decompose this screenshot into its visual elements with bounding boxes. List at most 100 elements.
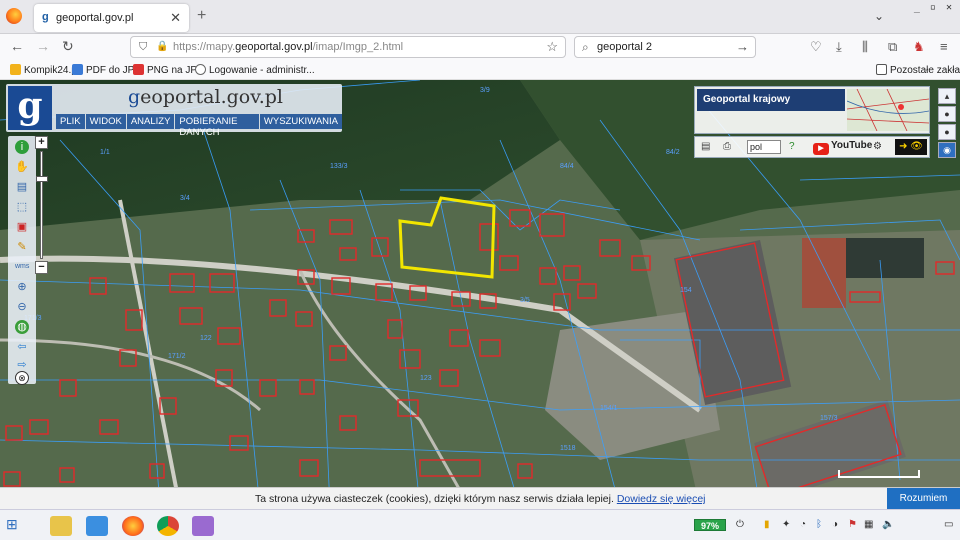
tray-icon[interactable]: ✦ (782, 519, 790, 530)
menu-icon[interactable]: ≡ (940, 39, 948, 54)
map-canvas[interactable]: 3/9 84/2 133/3 1/1 3/4 84/4 154 157/3 1518 171… (0, 80, 960, 508)
volume-icon[interactable]: 🔈 (882, 519, 894, 530)
network-icon[interactable]: ▦ (864, 519, 873, 530)
overview-minimap[interactable] (847, 89, 929, 131)
search-input[interactable]: ⌕ geoportal 2 → (574, 36, 756, 58)
bookmark-item[interactable]: Kompik24.pl (10, 64, 79, 76)
language-select[interactable]: pol (747, 140, 781, 154)
tray-icon[interactable]: ◔ (800, 519, 806, 530)
youtube-link[interactable]: ▶ YouTube (813, 140, 872, 155)
os-taskbar: ⊞ 97% ⏻ ▮ ✦ ◔ ᛒ ◑ ⚑ ▦ 🔈 ▭ (0, 509, 960, 540)
bookmark-star-icon[interactable]: ☆ (546, 39, 558, 55)
zoom-plus-button[interactable]: + (35, 136, 48, 149)
overview-label: Geoportal krajowy (697, 89, 845, 111)
geoportal-header: g geoportal.gov.pl PLIK WIDOK ANALIZY PO… (6, 84, 342, 138)
tray-icon[interactable]: ▮ (764, 519, 770, 530)
map-toolbar: i ✋ ▤ ⬚ ▣ ✎ wms ⊕ ⊖ ◍ ⇦ ⇨ (8, 136, 36, 384)
pan-hand-icon[interactable]: ✋ (15, 160, 29, 174)
bluetooth-icon[interactable]: ᛒ (816, 519, 822, 530)
zoom-minus-button[interactable]: − (35, 261, 48, 274)
zoom-out-icon[interactable]: ⊖ (15, 300, 29, 314)
menu-item-plik[interactable]: PLIK (56, 114, 85, 129)
shield-icon[interactable]: ⛉ (139, 41, 147, 54)
forward-arrow-icon[interactable]: → (36, 38, 50, 54)
lock-icon[interactable]: 🔒 (156, 41, 168, 52)
pencil-icon[interactable]: ✎ (15, 240, 29, 254)
print-icon[interactable]: ▤ (701, 141, 710, 152)
menu-item-wyszukiwania[interactable]: WYSZUKIWANIA (259, 114, 342, 129)
notifications-icon[interactable]: ▭ (944, 519, 953, 530)
cookie-text: Ta strona używa ciasteczek (cookies), dz… (255, 493, 706, 505)
screen-icon[interactable]: ▣ (15, 220, 29, 234)
close-tab-icon[interactable]: ✕ (170, 10, 181, 26)
chevron-down-icon[interactable]: ⌄ (874, 9, 884, 23)
bookmark-item[interactable]: Logowanie - administr... (195, 64, 315, 76)
pocket-icon[interactable]: ♡ (810, 39, 822, 55)
zoom-knob[interactable] (36, 176, 48, 182)
layers-icon[interactable]: ▤ (15, 180, 29, 194)
bookmarks-bar: Kompik24.pl PDF do JPG PNG na JPG Logowa… (0, 60, 960, 80)
firefox-icon[interactable] (122, 516, 144, 536)
chrome-icon[interactable] (157, 516, 179, 536)
start-icon[interactable]: ⊞ (6, 516, 28, 536)
arrow-left-icon[interactable]: ⇦ (15, 340, 29, 354)
address-bar[interactable]: ⛉ 🔒 https://mapy.geoportal.gov.pl/imap/I… (130, 36, 566, 58)
wms-icon[interactable]: wms (15, 260, 29, 274)
tab-title: geoportal.gov.pl (56, 12, 134, 24)
svg-text:157/3: 157/3 (820, 415, 838, 422)
firefox-icon[interactable] (6, 8, 22, 24)
window-controls[interactable]: _ ▫ ✕ (914, 2, 954, 13)
eye-view-icon[interactable]: ◉ (938, 142, 956, 158)
zoom-track[interactable] (40, 151, 43, 259)
overview-panel[interactable]: Geoportal krajowy (694, 86, 930, 134)
extensions-icon[interactable]: ⧉ (888, 39, 897, 55)
app-icon[interactable] (192, 516, 214, 536)
bookmark-item[interactable]: PDF do JPG (72, 64, 142, 76)
svg-text:171/2: 171/2 (168, 353, 186, 360)
svg-text:1518: 1518 (560, 445, 576, 452)
menu-item-pobieranie-danych[interactable]: POBIERANIE DANYCH (175, 114, 259, 138)
dot-icon[interactable]: ● (938, 124, 956, 140)
cookie-accept-button[interactable]: Rozumiem (887, 488, 960, 510)
accessibility-icon[interactable]: ⚙ (873, 141, 882, 152)
geoportal-logo[interactable]: g (8, 86, 52, 130)
menu-item-widok[interactable]: WIDOK (85, 114, 126, 129)
contrast-eye-icon[interactable]: ➜ 👁 (895, 139, 927, 155)
zoom-slider[interactable]: + − (34, 136, 50, 276)
arrow-right-icon[interactable]: ⇨ (15, 358, 29, 372)
cookie-banner: Ta strona używa ciasteczek (cookies), dz… (0, 487, 960, 510)
reset-view-icon[interactable]: ⊗ (15, 371, 29, 385)
info-icon[interactable]: i (15, 140, 29, 154)
reload-icon[interactable]: ↻ (62, 38, 74, 55)
globe-icon[interactable]: ◍ (15, 320, 29, 334)
select-icon[interactable]: ⬚ (15, 200, 29, 214)
back-arrow-icon[interactable]: ← (10, 38, 24, 54)
browser-tab[interactable]: g geoportal.gov.pl ✕ (34, 4, 189, 32)
url-text[interactable]: https://mapy.geoportal.gov.pl/imap/Imgp_… (173, 41, 403, 53)
addon-icon[interactable]: ♞ (913, 39, 925, 55)
battery-indicator[interactable]: 97% (694, 519, 726, 531)
media-player-icon[interactable] (86, 516, 108, 536)
power-icon[interactable]: ⏻ (736, 519, 744, 530)
help-icon[interactable]: ? (789, 141, 795, 152)
new-tab-icon[interactable]: + (197, 7, 206, 25)
dot-icon[interactable]: ● (938, 106, 956, 122)
collapse-icon[interactable]: ▴ (938, 88, 956, 104)
search-go-icon[interactable]: → (736, 39, 749, 54)
printer-icon[interactable]: ⎙ (723, 141, 731, 152)
file-explorer-icon[interactable] (50, 516, 72, 536)
folder-icon (876, 64, 887, 75)
svg-text:1/1: 1/1 (100, 149, 110, 156)
download-icon[interactable]: ⤓ (836, 39, 842, 55)
svg-text:3/9: 3/9 (480, 87, 490, 94)
zoom-in-icon[interactable]: ⊕ (15, 280, 29, 294)
search-icon: ⌕ (582, 40, 589, 54)
globe-icon (195, 64, 206, 75)
cookie-more-link[interactable]: Dowiedz się więcej (617, 493, 706, 505)
svg-text:3/5: 3/5 (520, 297, 530, 304)
other-bookmarks[interactable]: Pozostałe zakładki (876, 64, 960, 76)
library-icon[interactable]: ⫼ (862, 39, 868, 55)
tray-icon[interactable]: ◑ (832, 519, 838, 530)
menu-item-analizy[interactable]: ANALIZY (126, 114, 175, 129)
flag-icon[interactable]: ⚑ (848, 519, 857, 530)
